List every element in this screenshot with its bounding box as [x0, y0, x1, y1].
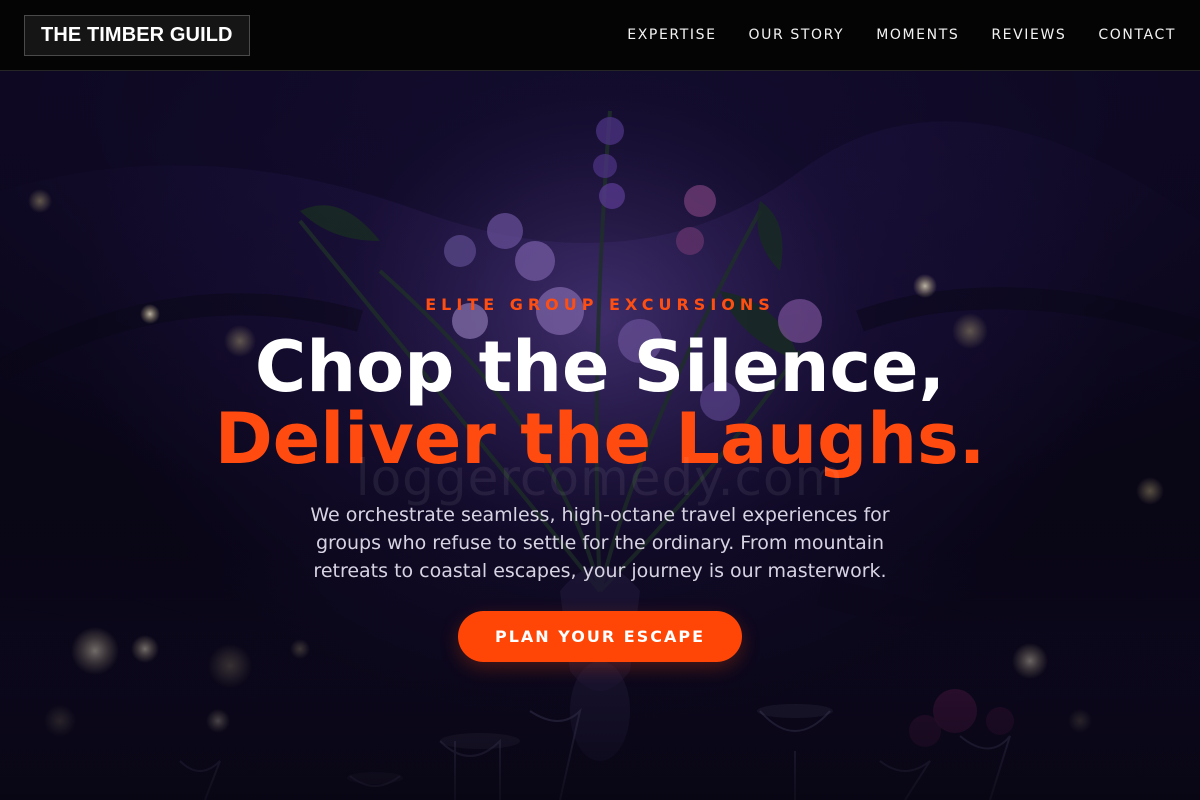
nav-item-moments[interactable]: MOMENTS: [876, 27, 959, 43]
nav-item-our-story[interactable]: OUR STORY: [749, 27, 845, 43]
hero-headline-line1: Chop the Silence,: [254, 326, 946, 408]
hero-description: We orchestrate seamless, high-octane tra…: [310, 504, 890, 582]
hero-eyebrow: ELITE GROUP EXCURSIONS: [425, 295, 775, 314]
nav-item-contact[interactable]: CONTACT: [1098, 27, 1176, 43]
plan-your-escape-button[interactable]: PLAN YOUR ESCAPE: [458, 611, 742, 662]
main-nav: EXPERTISE OUR STORY MOMENTS REVIEWS CONT…: [627, 27, 1176, 43]
landing-page: THE TIMBER GUILD EXPERTISE OUR STORY MOM…: [0, 0, 1200, 800]
nav-item-reviews[interactable]: REVIEWS: [991, 27, 1066, 43]
site-header: THE TIMBER GUILD EXPERTISE OUR STORY MOM…: [0, 0, 1200, 71]
hero-content: ELITE GROUP EXCURSIONS Chop the Silence,…: [0, 71, 1200, 800]
brand-logo[interactable]: THE TIMBER GUILD: [24, 14, 250, 56]
watermark-text: loggercomedy.com: [355, 449, 845, 507]
nav-item-expertise[interactable]: EXPERTISE: [627, 27, 716, 43]
